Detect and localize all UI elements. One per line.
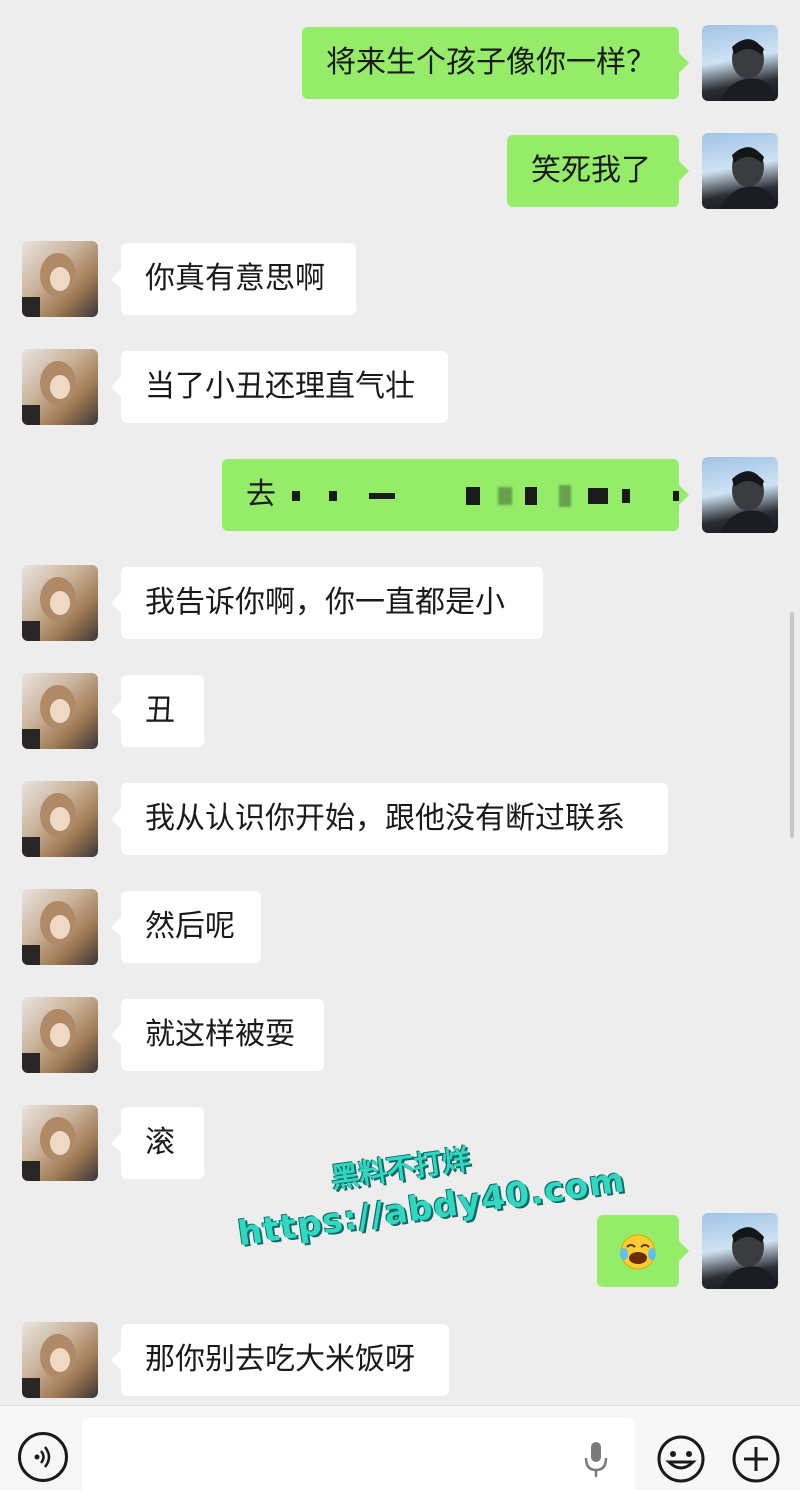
message-text: 那你别去吃大米饭呀	[145, 1342, 415, 1377]
redaction-mark	[558, 484, 571, 507]
message-text: 我从认识你开始，跟他没有断过联系	[145, 801, 625, 836]
redaction-mark	[673, 490, 684, 501]
message-text: 我告诉你啊，你一直都是小	[145, 585, 505, 620]
message-text: 当了小丑还理直气壮	[145, 369, 415, 404]
message-row-received: 然后呢	[0, 889, 800, 969]
message-bubble-received[interactable]: 滚	[111, 1107, 204, 1179]
my-avatar[interactable]	[702, 133, 778, 209]
redaction-mark	[368, 492, 395, 499]
redaction-mark	[497, 486, 512, 505]
message-bubble-sent-redacted[interactable]: 去	[222, 459, 689, 531]
redaction-mark	[329, 490, 338, 501]
message-bubble-received[interactable]: 丑	[111, 675, 204, 747]
message-text: 然后呢	[145, 909, 235, 944]
contact-avatar[interactable]	[22, 673, 98, 749]
my-avatar[interactable]	[702, 25, 778, 101]
plus-icon[interactable]	[731, 1434, 781, 1484]
my-avatar[interactable]	[702, 457, 778, 533]
message-text: 将来生个孩子像你一样？	[326, 45, 656, 80]
message-text: 丑	[145, 693, 175, 728]
crying-laughing-face-icon	[620, 1234, 656, 1269]
redaction-mark	[588, 487, 609, 504]
emoji-icon[interactable]	[656, 1434, 706, 1484]
message-bubble-sent[interactable]	[597, 1215, 689, 1287]
redaction-mark	[525, 486, 538, 505]
message-text: 滚	[145, 1125, 175, 1160]
contact-avatar[interactable]	[22, 997, 98, 1073]
message-text: 就这样被耍	[145, 1017, 295, 1052]
message-bubble-sent[interactable]: 笑死我了	[507, 135, 689, 207]
contact-avatar[interactable]	[22, 1322, 98, 1398]
my-avatar[interactable]	[702, 1213, 778, 1289]
message-bubble-received[interactable]: 我告诉你啊，你一直都是小	[111, 567, 543, 639]
message-bubble-received[interactable]: 那你别去吃大米饭呀	[111, 1324, 449, 1396]
message-bubble-received[interactable]: 你真有意思啊	[111, 243, 356, 315]
message-row-received: 那你别去吃大米饭呀	[0, 1322, 800, 1402]
voice-icon[interactable]	[18, 1432, 68, 1482]
contact-avatar[interactable]	[22, 565, 98, 641]
message-row-received: 当了小丑还理直气壮	[0, 349, 800, 429]
microphone-icon[interactable]	[581, 1440, 611, 1480]
message-text: 你真有意思啊	[145, 261, 325, 296]
message-bubble-received[interactable]: 我从认识你开始，跟他没有断过联系	[111, 783, 668, 855]
message-row-sent: 将来生个孩子像你一样？	[0, 25, 800, 105]
redaction-mark	[621, 488, 630, 503]
message-row-received: 就这样被耍	[0, 997, 800, 1077]
message-bubble-received[interactable]: 就这样被耍	[111, 999, 324, 1071]
message-bubble-sent[interactable]: 将来生个孩子像你一样？	[302, 27, 689, 99]
message-row-received: 你真有意思啊	[0, 241, 800, 321]
message-row-received: 我从认识你开始，跟他没有断过联系	[0, 781, 800, 861]
message-input[interactable]	[82, 1418, 635, 1490]
message-bubble-received[interactable]: 然后呢	[111, 891, 261, 963]
message-text: 去	[246, 477, 276, 512]
contact-avatar[interactable]	[22, 241, 98, 317]
message-row-received: 我告诉你啊，你一直都是小	[0, 565, 800, 645]
contact-avatar[interactable]	[22, 889, 98, 965]
contact-avatar[interactable]	[22, 781, 98, 857]
message-bubble-received[interactable]: 当了小丑还理直气壮	[111, 351, 448, 423]
message-text: 笑死我了	[531, 153, 651, 188]
scrollbar[interactable]	[790, 612, 794, 838]
redaction-mark	[291, 490, 300, 501]
redaction-mark	[466, 486, 481, 505]
contact-avatar[interactable]	[22, 349, 98, 425]
message-row-sent: 笑死我了	[0, 133, 800, 213]
message-row-sent: 去	[0, 457, 800, 537]
message-row-received: 丑	[0, 673, 800, 753]
contact-avatar[interactable]	[22, 1105, 98, 1181]
